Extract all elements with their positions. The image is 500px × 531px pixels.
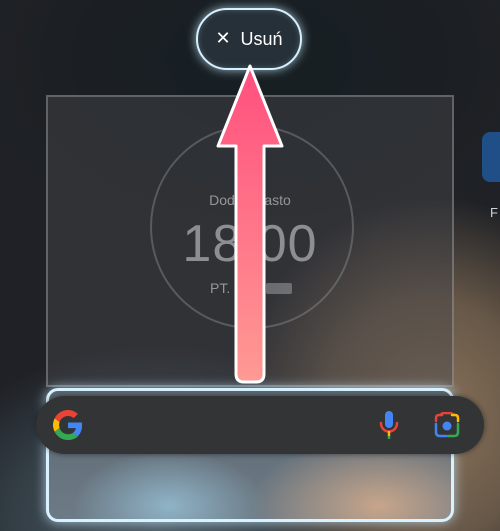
- close-icon: ✕: [215, 28, 231, 48]
- google-search-bar[interactable]: [36, 396, 484, 454]
- google-logo-icon: [53, 410, 83, 440]
- microphone-icon[interactable]: [378, 410, 400, 440]
- remove-widget-button[interactable]: ✕ Usuń: [196, 8, 302, 70]
- drag-up-arrow-icon: [216, 64, 284, 384]
- edge-app-icon[interactable]: [482, 132, 500, 182]
- remove-label: Usuń: [240, 28, 283, 49]
- google-lens-icon[interactable]: [432, 412, 462, 438]
